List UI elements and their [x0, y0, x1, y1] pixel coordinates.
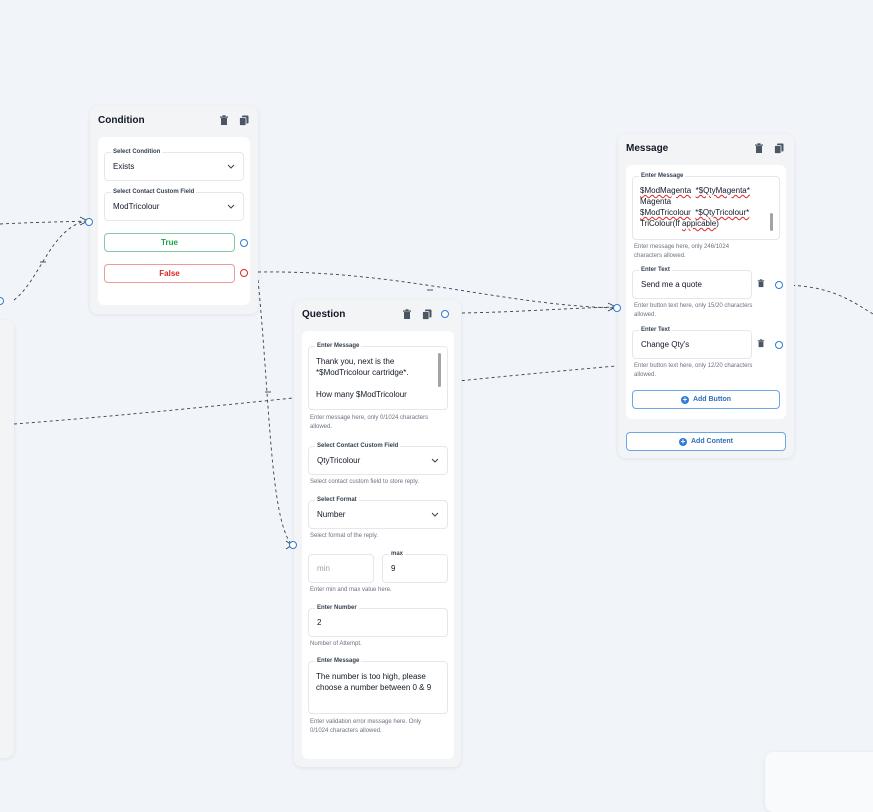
chevron-down-icon — [431, 512, 439, 517]
question-message-label: Enter Message — [315, 341, 362, 351]
error-message-textarea[interactable]: Enter Message The number is too high, pl… — [308, 656, 448, 714]
scrollbar[interactable] — [438, 353, 441, 387]
minmax-helper: Enter min and max value here. — [310, 587, 392, 593]
chevron-down-icon — [227, 164, 235, 169]
message-input-port[interactable] — [613, 304, 621, 312]
select-custom-field[interactable]: Select Contact Custom Field ModTricolour — [104, 187, 244, 221]
partial-node-bottom-right — [765, 752, 873, 812]
chevron-down-icon — [431, 458, 439, 463]
question-message-helper: Enter message here, only 0/1024 characte… — [310, 415, 429, 430]
button-1-input[interactable]: Enter Text Send me a quote — [632, 265, 752, 299]
max-input[interactable]: max 9 — [382, 549, 448, 583]
edge-question-to-message — [461, 306, 617, 314]
message-node[interactable]: Message Enter Message $ModMagenta *$QtyM… — [618, 134, 794, 458]
attempts-value: 2 — [317, 618, 322, 627]
add-content-label: Add Content — [691, 438, 733, 445]
true-output-port[interactable] — [240, 239, 248, 247]
false-output-port[interactable] — [240, 269, 248, 277]
message-line2: Magenta — [640, 197, 672, 206]
question-input-port[interactable] — [289, 541, 297, 549]
error-message-label: Enter Message — [315, 656, 362, 666]
select-condition-label: Select Condition — [111, 147, 163, 157]
button-2-output-port[interactable] — [775, 341, 783, 349]
trash-icon[interactable] — [754, 143, 764, 154]
edge-left-to-condition — [13, 220, 86, 301]
select-condition[interactable]: Select Condition Exists — [104, 147, 244, 181]
message-text-helper: Enter message here, only 246/1024 charac… — [634, 244, 730, 259]
message-line4c: ) — [716, 219, 719, 228]
trash-icon[interactable] — [219, 115, 229, 126]
question-body: Enter Message Thank you, next is the *$M… — [302, 331, 454, 759]
condition-title: Condition — [98, 115, 145, 126]
trash-icon[interactable] — [757, 279, 765, 288]
question-custom-field-value: QtyTricolour — [317, 456, 361, 465]
select-condition-value: Exists — [113, 162, 135, 171]
condition-node[interactable]: Condition Select Condition Exists Select… — [90, 106, 258, 314]
condition-body: Select Condition Exists Select Contact C… — [98, 137, 250, 305]
condition-input-port[interactable] — [85, 218, 93, 226]
select-custom-field-label: Select Contact Custom Field — [111, 187, 197, 197]
button-2-label: Enter Text — [639, 325, 672, 335]
message-text: $ModMagenta *$QtyMagenta* Magenta $ModTr… — [640, 185, 768, 229]
button-1-label: Enter Text — [639, 265, 672, 275]
question-format-helper: Select format of the reply. — [310, 533, 378, 539]
error-message-helper: Enter validation error message here. Onl… — [310, 719, 422, 734]
message-text-label: Enter Message — [639, 171, 686, 181]
edge-condition-to-question — [257, 279, 293, 546]
message-title: Message — [626, 143, 669, 154]
false-branch[interactable]: False — [104, 264, 235, 283]
copy-icon[interactable] — [239, 115, 249, 126]
button-2-input[interactable]: Enter Text Change Qty's — [632, 325, 752, 359]
trash-icon[interactable] — [402, 309, 412, 320]
trash-icon[interactable] — [757, 339, 765, 348]
edge-into-condition — [0, 220, 89, 225]
scrollbar[interactable] — [770, 213, 773, 231]
button-1-helper: Enter button text here, only 15/20 chara… — [634, 303, 753, 318]
question-custom-field-helper: Select contact custom field to store rep… — [310, 479, 419, 485]
question-custom-field-select[interactable]: Select Contact Custom Field QtyTricolour — [308, 441, 448, 475]
chevron-down-icon — [227, 204, 235, 209]
add-button[interactable]: + Add Button — [632, 390, 780, 409]
question-custom-field-label: Select Contact Custom Field — [315, 441, 401, 451]
message-line3a: $ModTricolour — [640, 208, 691, 217]
button-2-helper: Enter button text here, only 12/20 chara… — [634, 363, 753, 378]
attempts-label: Enter Number — [315, 603, 359, 613]
min-placeholder: min — [317, 564, 330, 573]
message-line4b: appicable — [681, 219, 717, 228]
plus-circle-icon: + — [679, 436, 687, 446]
question-title: Question — [302, 309, 346, 320]
question-output-port[interactable] — [441, 310, 449, 318]
message-line1b: *$QtyMagenta* — [695, 186, 750, 195]
message-line3b: *$QtyTricolour* — [695, 208, 750, 217]
select-custom-field-value: ModTricolour — [113, 202, 160, 211]
attempts-helper: Number of Attempt. — [310, 641, 362, 647]
message-textarea[interactable]: Enter Message $ModMagenta *$QtyMagenta* … — [632, 171, 780, 240]
error-message-text: The number is too high, please choose a … — [316, 672, 432, 692]
message-line4a: TriColour(If — [640, 219, 682, 228]
max-label: max — [389, 549, 406, 559]
true-branch[interactable]: True — [104, 233, 235, 252]
attempts-input[interactable]: Enter Number 2 — [308, 603, 448, 637]
question-node[interactable]: Question Enter Message Thank you, next i… — [294, 300, 461, 767]
partial-node-port[interactable] — [0, 297, 4, 305]
question-message-textarea[interactable]: Enter Message Thank you, next is the *$M… — [308, 341, 448, 410]
button-1-output-port[interactable] — [775, 281, 783, 289]
button-2-value: Change Qty's — [641, 340, 690, 349]
copy-icon[interactable] — [422, 309, 432, 320]
min-input[interactable]: min — [308, 554, 374, 583]
add-content-button[interactable]: + Add Content — [626, 432, 786, 451]
add-button-label: Add Button — [692, 396, 732, 403]
max-value: 9 — [391, 564, 396, 573]
question-message-text: Thank you, next is the *$ModTricolour ca… — [316, 357, 409, 399]
message-body: Enter Message $ModMagenta *$QtyMagenta* … — [626, 165, 786, 419]
plus-circle-icon: + — [680, 394, 689, 404]
question-format-select[interactable]: Select Format Number — [308, 495, 448, 529]
copy-icon[interactable] — [774, 143, 784, 154]
question-format-value: Number — [317, 510, 346, 519]
message-line1a: $ModMagenta — [640, 186, 692, 195]
button-1-value: Send me a quote — [641, 280, 702, 289]
partial-node-left — [0, 320, 14, 758]
question-format-label: Select Format — [315, 495, 359, 505]
